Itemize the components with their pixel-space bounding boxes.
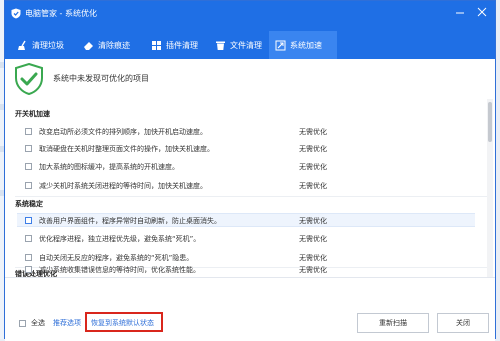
tab-label: 文件清理 [230,40,262,50]
tab-clean-junk[interactable]: 清理垃圾 [13,31,73,59]
item-desc: 改善用户界面组件，程序异常时自动刷新，防止桌面消失。 [39,217,221,225]
minimize-button[interactable] [453,7,467,21]
tab-system-speedup[interactable]: 系统加速 [269,31,337,59]
item-desc: 减少关机时系统关闭进程的等待时间，加快关机速度。 [39,182,207,190]
app-logo-icon [11,8,21,19]
item-desc: 优化程序进程，独立进程优先级，避免系统“死机”。 [39,235,201,243]
tab-file-clean[interactable]: 文件清理 [211,31,273,59]
item-desc: 改变启动所必须文件的排列顺序，加快开机启动速度。 [39,128,207,136]
select-all-checkbox[interactable] [19,320,26,327]
rescan-button[interactable]: 重新扫描 [357,313,429,333]
scan-summary: 系统中未发现可优化的项目 [5,59,495,100]
item-checkbox[interactable] [25,266,32,273]
tab-label: 系统加速 [290,40,322,50]
broom-icon [18,40,26,50]
list-item[interactable]: 加大系统的图标缓冲，提高系统的开机速度。 无需优化 [25,160,465,174]
optimizer-window: 电脑管家 - 系统优化 清理垃圾 清除痕迹 插件清理 文件清理 系统加速 系统中… [4,0,496,341]
list-scrollbar[interactable] [487,99,493,277]
list-item[interactable]: 减少关机时系统关闭进程的等待时间，加快关机速度。 无需优化 [25,179,465,193]
tab-label: 插件清理 [166,40,198,50]
item-checkbox[interactable] [25,254,32,261]
item-desc: 自动关闭无反应的程序，避免系统的“死机”隐患。 [39,254,194,262]
shield-check-icon [15,63,43,95]
window-title: 电脑管家 - 系统优化 [25,9,97,18]
eraser-icon [84,41,93,50]
item-status: 无需优化 [299,163,327,171]
list-item[interactable]: 改变启动所必须文件的排列顺序，加快开机启动速度。 无需优化 [25,125,465,139]
trash-icon [216,41,225,50]
item-status: 无需优化 [299,254,327,262]
restore-default-link[interactable]: 恢复到系统默认状态 [91,318,154,328]
section-title-stability: 系统稳定 [15,200,43,208]
item-checkbox[interactable] [25,235,32,242]
item-status: 无需优化 [299,128,327,136]
item-checkbox[interactable] [25,217,32,224]
section-title-startup: 开关机加速 [15,110,50,118]
select-all-label[interactable]: 全选 [31,318,45,328]
item-checkbox[interactable] [25,182,32,189]
tab-plugin-clean[interactable]: 插件清理 [147,31,209,59]
item-checkbox[interactable] [25,145,32,152]
list-item[interactable]: 减少系统收集错误信息的等待时间，优化系统性能。 无需优化 [25,263,465,277]
tab-bar: 清理垃圾 清除痕迹 插件清理 文件清理 系统加速 [5,27,495,59]
close-icon [477,7,487,17]
item-status: 无需优化 [299,145,327,153]
item-desc: 取消硬盘在关机时整理页面文件的操作，加快关机速度。 [39,145,214,153]
item-status: 无需优化 [299,217,327,225]
tab-label: 清除痕迹 [98,40,130,50]
item-status: 无需优化 [299,182,327,190]
close-window-button[interactable] [475,7,489,21]
list-item[interactable]: 改善用户界面组件，程序异常时自动刷新，防止桌面消失。 无需优化 [17,213,475,227]
footer-bar: 全选 推荐选项 恢复到系统默认状态 重新扫描 关闭 [5,277,495,341]
recommended-options-link[interactable]: 推荐选项 [53,318,81,328]
item-status: 无需优化 [299,266,327,274]
tab-label: 清理垃圾 [32,40,64,50]
optimization-list: 开关机加速 改变启动所必须文件的排列顺序，加快开机启动速度。 无需优化 取消硬盘… [5,99,495,277]
item-desc: 减少系统收集错误信息的等待时间，优化系统性能。 [39,266,200,274]
minimize-icon [456,12,464,14]
tab-clear-traces[interactable]: 清除痕迹 [79,31,143,59]
item-checkbox[interactable] [25,128,32,135]
section-divider [15,196,489,197]
title-bar: 电脑管家 - 系统优化 [5,1,495,27]
item-status: 无需优化 [299,235,327,243]
summary-message: 系统中未发现可优化的项目 [53,74,149,83]
plugin-icon [152,40,161,50]
list-item[interactable]: 优化程序进程，独立进程优先级，避免系统“死机”。 无需优化 [25,232,465,246]
list-item[interactable]: 取消硬盘在关机时整理页面文件的操作，加快关机速度。 无需优化 [25,142,465,156]
item-checkbox[interactable] [25,163,32,170]
scrollbar-thumb[interactable] [488,102,492,142]
rocket-icon [275,40,286,50]
close-button[interactable]: 关闭 [437,313,489,333]
item-desc: 加大系统的图标缓冲，提高系统的开机速度。 [39,163,179,171]
